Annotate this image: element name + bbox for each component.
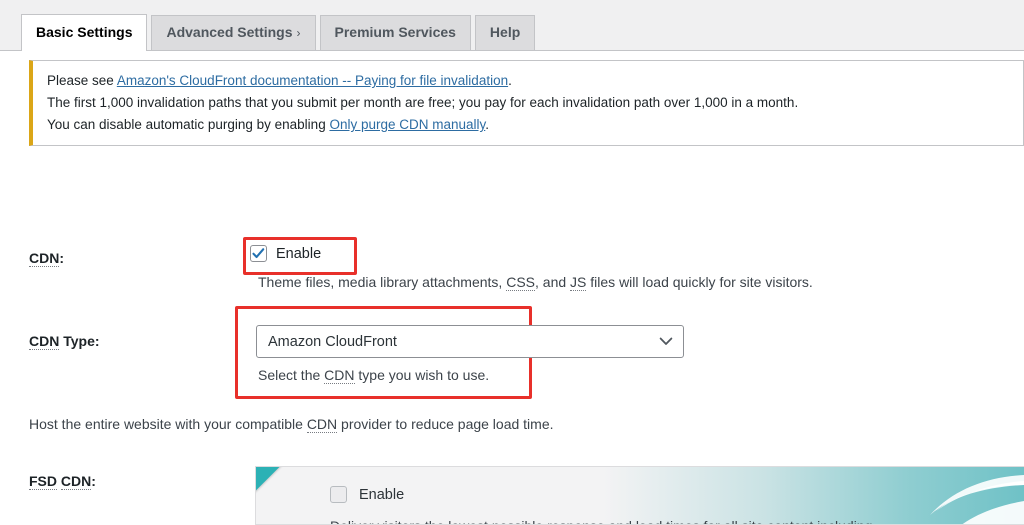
only-purge-cdn-manually-link[interactable]: Only purge CDN manually — [329, 117, 485, 132]
cdn-type-selected-value: Amazon CloudFront — [268, 333, 397, 350]
tab-advanced-settings-label: Advanced Settings — [166, 24, 293, 40]
notice-line-1-prefix: Please see — [47, 73, 117, 88]
tab-bar: Basic Settings Advanced Settings › Premiu… — [0, 0, 1024, 51]
css-abbr: CSS — [506, 274, 536, 291]
js-abbr: JS — [570, 274, 587, 291]
cdn-description-pre: Theme files, media library attachments, — [258, 274, 507, 290]
cdn-type-select[interactable]: Amazon CloudFront — [256, 325, 684, 358]
notice-line-2: The first 1,000 invalidation paths that … — [47, 95, 799, 110]
tab-premium-services-label: Premium Services — [334, 24, 456, 40]
tab-help[interactable]: Help — [474, 15, 536, 50]
fsd-cdn-abbr: CDN — [60, 473, 92, 490]
cdn-enable-field: Enable — [250, 245, 321, 262]
cdn-row-label: CDN: — [29, 250, 65, 267]
cdn-type-row-label: CDN Type: — [29, 333, 100, 350]
fsd-description-line-1: Deliver visitors the lowest possible res… — [330, 515, 955, 524]
fsd-cdn-row-label: FSD CDN: — [29, 473, 96, 490]
chevron-right-icon: › — [296, 26, 301, 40]
host-entire-website-text: Host the entire website with your compat… — [29, 416, 554, 433]
checkmark-icon — [252, 248, 265, 259]
fsd-label-colon: : — [91, 473, 96, 489]
fsd-description: Deliver visitors the lowest possible res… — [330, 515, 955, 524]
notice-line-1: Please see Amazon's CloudFront documenta… — [47, 70, 1011, 91]
cdn-enable-label: Enable — [276, 245, 322, 262]
notice-line-3-prefix: You can disable automatic purging by ena… — [47, 117, 330, 132]
tab-premium-services[interactable]: Premium Services — [319, 15, 471, 50]
fsd-cdn-pro-panel: ★ PRO Enable Deliver visitors the lowest… — [255, 466, 1024, 525]
host-line-pre: Host the entire website with your compat… — [29, 416, 307, 432]
cdn-type-description-post: type you wish to use. — [354, 367, 490, 383]
tab-advanced-settings[interactable]: Advanced Settings › — [151, 15, 316, 50]
cdn-type-description: Select the CDN type you wish to use. — [258, 365, 489, 385]
fsd-enable-checkbox[interactable] — [330, 486, 347, 503]
notice-line-1-suffix: . — [508, 73, 512, 88]
cdn-type-abbr: CDN — [29, 333, 60, 350]
cdn-description: Theme files, media library attachments, … — [258, 272, 813, 292]
fsd-abbr: FSD — [29, 473, 57, 490]
settings-content: Please see Amazon's CloudFront documenta… — [0, 51, 1024, 525]
chevron-down-glyph — [659, 337, 673, 345]
tab-list: Basic Settings Advanced Settings › Premiu… — [21, 14, 539, 51]
cdn-description-mid: , and — [535, 274, 571, 290]
cdn-label-colon: : — [59, 250, 65, 266]
cloudfront-notice: Please see Amazon's CloudFront documenta… — [29, 60, 1024, 146]
cloudfront-docs-link[interactable]: Amazon's CloudFront documentation -- Pay… — [117, 73, 508, 88]
notice-line-3: You can disable automatic purging by ena… — [47, 114, 1011, 135]
fsd-enable-checkbox-row[interactable]: Enable — [330, 486, 1024, 503]
chevron-down-icon — [659, 335, 673, 348]
cdn-abbr: CDN — [29, 250, 60, 267]
pro-panel-body: Enable Deliver visitors the lowest possi… — [256, 467, 1024, 524]
cdn-type-label-rest: Type: — [59, 333, 100, 349]
cdn-description-post: files will load quickly for site visitor… — [586, 274, 813, 290]
tab-basic-settings[interactable]: Basic Settings — [21, 14, 148, 51]
cdn-type-description-pre: Select the — [258, 367, 325, 383]
cdn-type-description-abbr: CDN — [324, 367, 355, 384]
cdn-enable-checkbox[interactable] — [250, 245, 267, 262]
host-line-post: provider to reduce page load time. — [337, 416, 554, 432]
host-line-cdn-abbr: CDN — [306, 416, 338, 433]
fsd-enable-label: Enable — [359, 486, 405, 503]
settings-screen: Basic Settings Advanced Settings › Premiu… — [0, 0, 1024, 525]
tab-help-label: Help — [489, 24, 521, 40]
tab-basic-settings-label: Basic Settings — [36, 24, 133, 40]
notice-line-3-suffix: . — [485, 117, 490, 132]
cdn-enable-checkbox-row[interactable]: Enable — [250, 245, 321, 262]
